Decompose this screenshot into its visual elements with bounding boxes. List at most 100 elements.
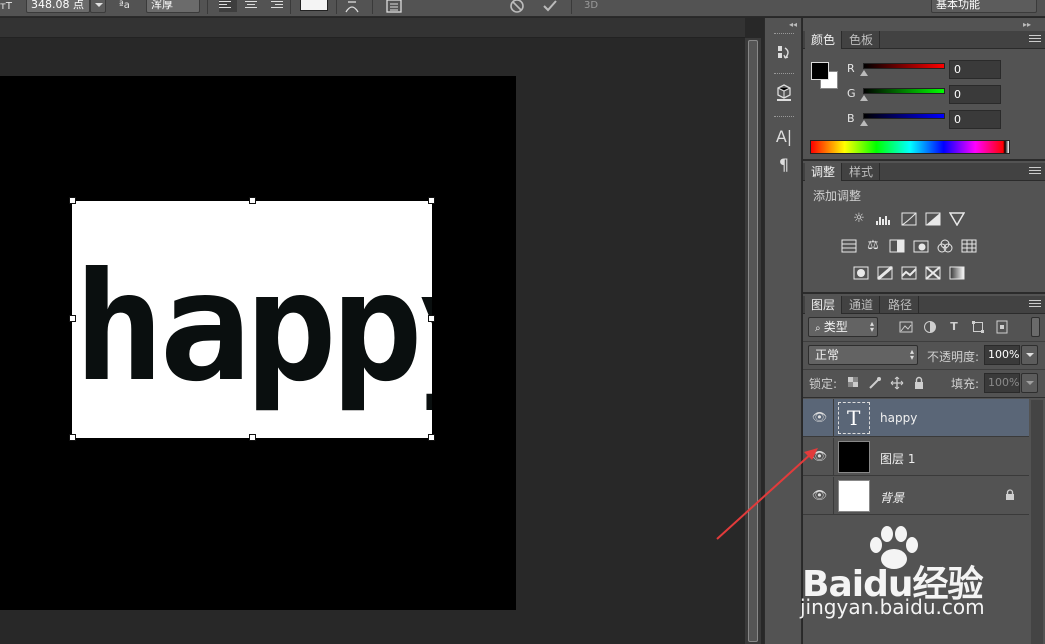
transform-handle[interactable] <box>428 434 435 441</box>
tab-styles[interactable]: 样式 <box>843 163 881 181</box>
photo-filter-icon[interactable] <box>913 239 929 253</box>
panel-menu-icon[interactable] <box>1029 35 1041 44</box>
align-center-icon[interactable] <box>242 0 260 12</box>
layer-row-background[interactable]: 👁 背景 <box>803 477 1029 515</box>
green-value-field[interactable]: 0 <box>949 85 1001 104</box>
transform-handle[interactable] <box>428 315 435 322</box>
tab-layers[interactable]: 图层 <box>805 296 843 314</box>
threshold-icon[interactable] <box>901 266 917 280</box>
antialias-dropdown[interactable]: 浑厚 <box>146 0 200 13</box>
cancel-icon[interactable] <box>509 0 525 14</box>
fill-field[interactable]: 100% <box>984 373 1020 393</box>
lock-position-icon[interactable] <box>890 376 904 390</box>
dock-grip[interactable] <box>774 73 794 75</box>
type-layer-filter-icon[interactable]: T <box>947 320 961 334</box>
opacity-dropdown-button[interactable] <box>1021 345 1038 365</box>
layer-name[interactable]: happy <box>880 411 917 425</box>
transform-handle[interactable] <box>428 197 435 204</box>
character-icon[interactable]: A| <box>773 126 795 148</box>
tab-channels[interactable]: 通道 <box>843 296 881 314</box>
brightness-contrast-icon[interactable]: ☼ <box>851 212 867 226</box>
posterize-icon[interactable] <box>877 265 893 281</box>
pixel-layer-filter-icon[interactable] <box>899 320 913 334</box>
warp-text-icon[interactable] <box>345 0 359 14</box>
visibility-eye-icon[interactable]: 👁 <box>812 410 827 424</box>
shape-layer-filter-icon[interactable] <box>971 320 985 334</box>
exposure-icon[interactable] <box>925 212 941 226</box>
align-right-icon[interactable] <box>265 0 283 12</box>
collapse-panels-icon[interactable]: ▸▸ <box>1023 20 1031 29</box>
blend-mode-dropdown[interactable]: 正常 ▴ ▾ <box>808 345 918 365</box>
transform-handle[interactable] <box>69 315 76 322</box>
color-spectrum-bar[interactable] <box>810 140 1010 154</box>
dock-grip[interactable] <box>774 116 794 118</box>
workspace-switcher[interactable]: 基本功能 <box>931 0 1037 13</box>
layer-row-happy[interactable]: 👁 T happy <box>803 399 1029 437</box>
filter-toggle-switch[interactable] <box>1031 317 1040 337</box>
3d-properties-icon[interactable] <box>773 82 795 104</box>
text-layer-bounding-box[interactable]: happy <box>72 201 432 438</box>
smart-object-filter-icon[interactable] <box>995 320 1009 334</box>
visibility-eye-icon[interactable]: 👁 <box>812 488 827 502</box>
color-balance-icon[interactable]: ⚖ <box>865 239 881 253</box>
lock-image-pixels-icon[interactable] <box>868 376 882 390</box>
levels-icon[interactable] <box>876 212 892 226</box>
tab-color[interactable]: 颜色 <box>805 31 843 49</box>
channel-mixer-icon[interactable] <box>937 239 953 253</box>
red-slider[interactable] <box>863 63 945 69</box>
panel-menu-icon[interactable] <box>1029 167 1041 176</box>
transform-handle[interactable] <box>69 434 76 441</box>
layers-scrollbar[interactable] <box>1031 400 1043 644</box>
blue-slider[interactable] <box>863 113 945 119</box>
scrollbar-thumb[interactable] <box>748 40 758 642</box>
adjustment-layer-filter-icon[interactable] <box>923 320 937 334</box>
invert-icon[interactable] <box>853 266 869 280</box>
layer-lock-icon[interactable] <box>1005 489 1015 501</box>
tab-swatches[interactable]: 色板 <box>843 31 881 49</box>
transform-handle[interactable] <box>69 197 76 204</box>
slider-thumb[interactable] <box>860 95 868 101</box>
tab-adjustments[interactable]: 调整 <box>805 163 843 181</box>
canvas-text[interactable]: happy <box>73 253 432 403</box>
separator <box>290 0 291 14</box>
commit-checkmark-icon[interactable] <box>542 0 558 14</box>
slider-thumb[interactable] <box>860 120 868 126</box>
layer-filter-kind-dropdown[interactable]: ⌕ 类型 ▴ ▾ <box>808 317 878 337</box>
green-slider[interactable] <box>863 88 945 94</box>
color-lookup-icon[interactable] <box>961 239 977 253</box>
transform-handle[interactable] <box>249 197 256 204</box>
history-icon[interactable] <box>773 43 795 65</box>
align-left-icon[interactable] <box>219 0 237 12</box>
slider-thumb[interactable] <box>860 70 868 76</box>
layer-row-layer1[interactable]: 👁 图层 1 <box>803 438 1029 476</box>
lock-all-icon[interactable] <box>912 376 926 390</box>
document-vertical-scrollbar[interactable] <box>745 38 761 644</box>
foreground-color-swatch[interactable] <box>811 62 829 80</box>
layer-name[interactable]: 图层 1 <box>880 450 915 467</box>
separator <box>336 0 337 14</box>
text-color-swatch[interactable] <box>300 0 328 11</box>
character-panel-toggle-icon[interactable] <box>386 0 402 13</box>
red-value-field[interactable]: 0 <box>949 60 1001 79</box>
3d-icon[interactable]: 3D <box>584 0 598 12</box>
blue-value-field[interactable]: 0 <box>949 110 1001 129</box>
fill-dropdown-button[interactable] <box>1021 373 1038 393</box>
dock-grip[interactable] <box>774 33 794 35</box>
paragraph-icon[interactable]: ¶ <box>773 154 795 176</box>
layer-name[interactable]: 背景 <box>880 489 904 506</box>
opacity-field[interactable]: 100% <box>984 345 1020 365</box>
hue-saturation-icon[interactable] <box>841 239 857 253</box>
font-size-field[interactable]: 348.08 点 <box>26 0 90 13</box>
tab-paths[interactable]: 路径 <box>882 296 920 314</box>
collapse-dock-icon[interactable]: ◂◂ <box>789 20 797 29</box>
selective-color-icon[interactable] <box>925 266 941 280</box>
gradient-map-icon[interactable] <box>949 266 965 280</box>
lock-transparent-pixels-icon[interactable] <box>846 376 860 390</box>
visibility-eye-icon[interactable]: 👁 <box>812 449 827 463</box>
curves-icon[interactable] <box>901 212 917 226</box>
font-size-dropdown-button[interactable] <box>90 0 106 13</box>
panel-menu-icon[interactable] <box>1029 300 1041 309</box>
vibrance-icon[interactable] <box>948 212 966 227</box>
transform-handle[interactable] <box>249 434 256 441</box>
black-white-icon[interactable] <box>889 239 905 253</box>
